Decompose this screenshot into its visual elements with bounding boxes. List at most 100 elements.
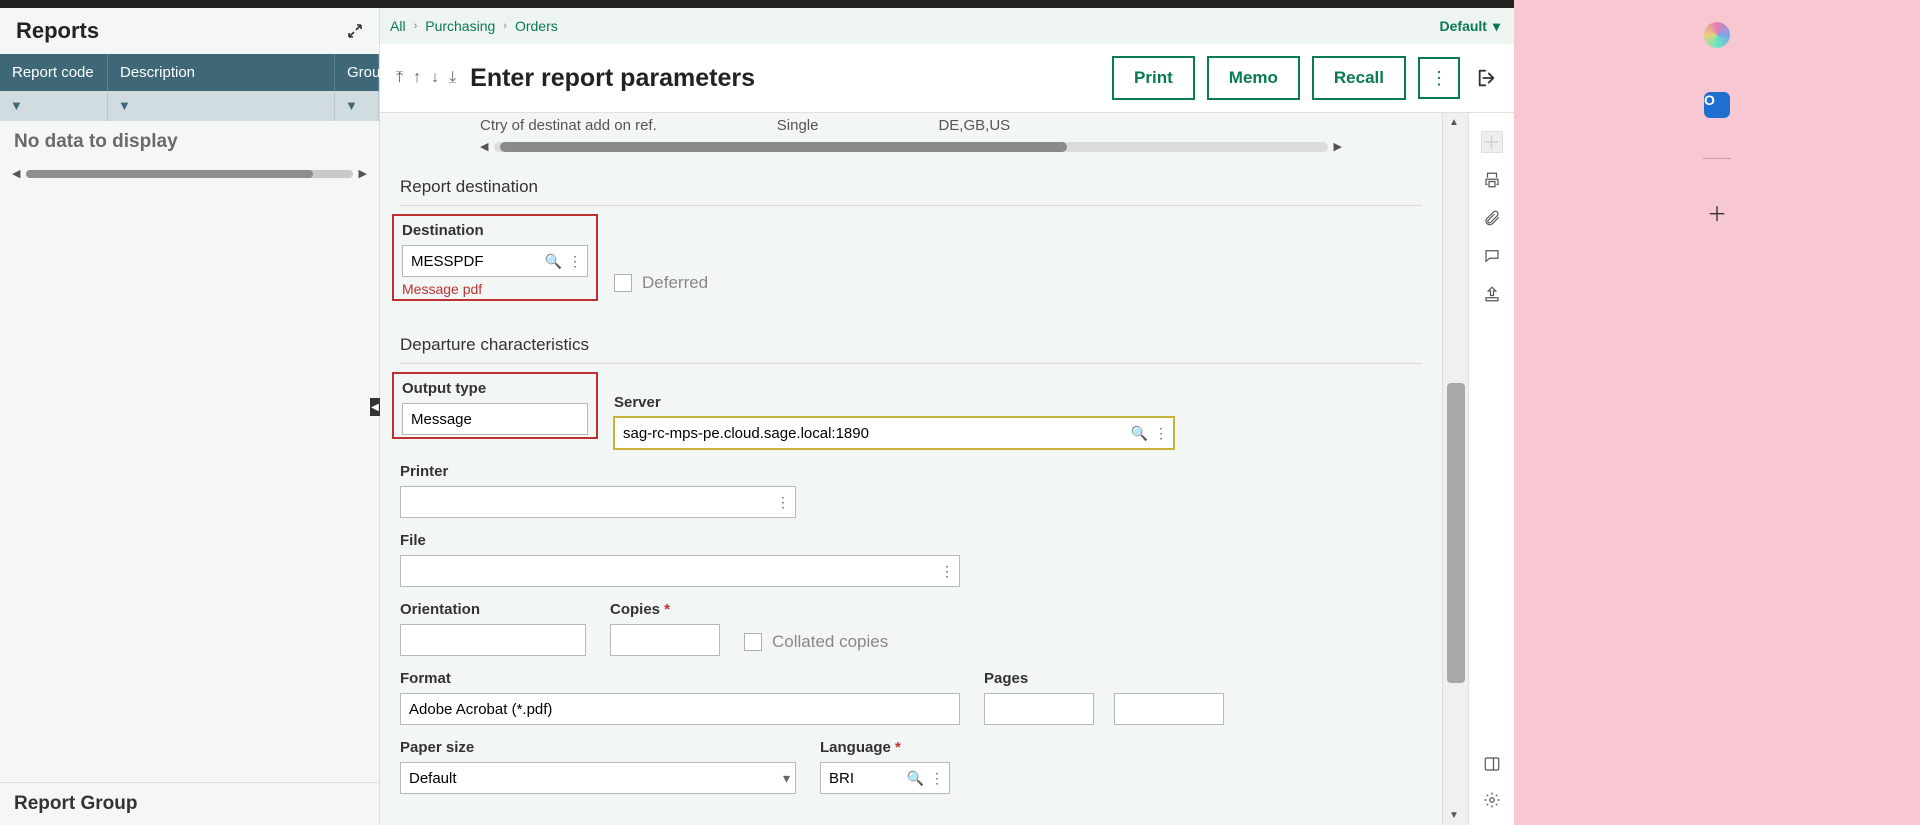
scroll-track[interactable] <box>494 142 1327 152</box>
section-departure-characteristics: Departure characteristics <box>400 325 1422 364</box>
search-icon[interactable]: 🔍 <box>1131 425 1148 442</box>
memo-button[interactable]: Memo <box>1207 56 1300 100</box>
copies-input[interactable] <box>610 624 720 656</box>
form-scroll: Ctry of destinat add on ref. Single DE,G… <box>380 113 1442 825</box>
section-report-destination: Report destination <box>400 167 1422 206</box>
add-app-icon[interactable]: ＋ <box>1700 195 1734 229</box>
attachment-icon[interactable] <box>1481 207 1503 229</box>
chevron-down-icon[interactable]: ▾ <box>783 770 790 787</box>
scroll-right-icon[interactable]: ▶ <box>1334 140 1342 153</box>
col-group[interactable]: Grou <box>335 54 379 91</box>
content-row: Reports Report code Description Grou ▼ ▼… <box>0 8 1514 825</box>
collated-checkbox[interactable] <box>744 633 762 651</box>
title-bar: ⤒ ↑ ↓ ⤓ Enter report parameters Print Me… <box>380 44 1514 113</box>
scroll-left-icon[interactable]: ◀ <box>12 167 20 180</box>
pages-to-input[interactable] <box>1114 693 1224 725</box>
panel-icon[interactable] <box>1481 753 1503 775</box>
exit-icon[interactable] <box>1476 67 1498 89</box>
scroll-thumb[interactable] <box>26 170 313 178</box>
language-label: Language <box>820 739 950 756</box>
pages-field: Pages <box>984 670 1224 725</box>
scroll-right-icon[interactable]: ▶ <box>359 167 367 180</box>
view-default-dropdown[interactable]: Default ▾ <box>1440 18 1500 35</box>
filter-description[interactable]: ▼ <box>108 91 335 121</box>
app-window: Reports Report code Description Grou ▼ ▼… <box>0 0 1514 825</box>
search-icon[interactable]: 🔍 <box>545 253 562 270</box>
settings-icon[interactable] <box>1481 789 1503 811</box>
orientation-field: Orientation <box>400 601 586 656</box>
scroll-track[interactable] <box>26 170 352 178</box>
comment-icon[interactable] <box>1481 245 1503 267</box>
scroll-down-icon[interactable]: ▼ <box>1449 810 1459 821</box>
kebab-icon: ⋮ <box>1430 68 1448 89</box>
action-buttons: Print Memo Recall ⋮ <box>1112 56 1498 100</box>
output-type-highlight-box: Output type <box>392 372 598 439</box>
kebab-icon[interactable]: ⋮ <box>1154 425 1168 442</box>
outlook-icon[interactable]: O <box>1700 88 1734 122</box>
destination-highlight-box: Destination 🔍 ⋮ Message pdf <box>392 214 598 301</box>
add-icon: ＋ <box>1481 131 1503 153</box>
chevron-right-icon: › <box>414 20 418 32</box>
prev-col-b: Single <box>777 117 819 134</box>
scroll-up-icon[interactable]: ▲ <box>1449 117 1459 128</box>
report-group-header[interactable]: Report Group <box>0 782 379 825</box>
kebab-icon[interactable]: ⋮ <box>940 563 954 580</box>
format-label: Format <box>400 670 960 687</box>
paper-size-field: Paper size ▾ <box>400 739 796 794</box>
output-type-input[interactable] <box>402 403 588 435</box>
grid-filter-row: ▼ ▼ ▼ <box>0 91 379 121</box>
col-report-code[interactable]: Report code <box>0 54 108 91</box>
scroll-thumb[interactable] <box>1447 383 1465 683</box>
divider <box>1703 158 1731 159</box>
prev-col-a: Ctry of destinat add on ref. <box>480 117 657 134</box>
crumb-orders[interactable]: Orders <box>515 18 558 34</box>
recall-button[interactable]: Recall <box>1312 56 1406 100</box>
crumb-purchasing[interactable]: Purchasing <box>425 18 495 34</box>
col-description[interactable]: Description <box>108 54 335 91</box>
format-input[interactable] <box>400 693 960 725</box>
filter-group[interactable]: ▼ <box>335 91 379 121</box>
right-toolbar: ＋ <box>1468 113 1514 825</box>
orientation-input[interactable] <box>400 624 586 656</box>
more-actions-button[interactable]: ⋮ <box>1418 57 1460 99</box>
collapse-left-panel[interactable]: ◀ <box>370 398 380 416</box>
filter-report-code[interactable]: ▼ <box>0 91 108 121</box>
inner-h-scrollbar[interactable]: ◀ ▶ <box>400 138 1422 167</box>
print-icon[interactable] <box>1481 169 1503 191</box>
prev-record-icon[interactable]: ↑ <box>413 69 421 87</box>
main-v-scrollbar[interactable]: ▲ ▼ <box>1442 113 1468 825</box>
breadcrumb-bar: All › Purchasing › Orders Default ▾ <box>380 8 1514 44</box>
file-field: File ⋮ <box>400 532 960 587</box>
share-icon[interactable] <box>1481 283 1503 305</box>
paper-size-select[interactable] <box>400 762 796 794</box>
printer-input[interactable] <box>400 486 796 518</box>
deferred-label: Deferred <box>642 273 708 293</box>
search-icon[interactable]: 🔍 <box>907 770 924 787</box>
scroll-thumb[interactable] <box>500 142 1066 152</box>
kebab-icon[interactable]: ⋮ <box>930 770 944 787</box>
os-sidebar: O ＋ <box>1514 0 1920 825</box>
expand-icon[interactable] <box>347 23 363 39</box>
pages-from-input[interactable] <box>984 693 1094 725</box>
deferred-checkbox[interactable] <box>614 274 632 292</box>
destination-hint: Message pdf <box>402 281 588 297</box>
crumb-all[interactable]: All <box>390 18 406 34</box>
left-h-scrollbar[interactable]: ◀ ▶ <box>0 163 379 184</box>
kebab-icon[interactable]: ⋮ <box>568 253 582 270</box>
main-area: All › Purchasing › Orders Default ▾ ⤒ ↑ … <box>380 8 1514 825</box>
server-input[interactable] <box>614 417 1174 449</box>
file-input[interactable] <box>400 555 960 587</box>
first-record-icon[interactable]: ⤒ <box>396 69 403 87</box>
copilot-icon[interactable] <box>1700 18 1734 52</box>
prev-col-c: DE,GB,US <box>938 117 1010 134</box>
output-type-label: Output type <box>402 380 588 397</box>
format-field: Format <box>400 670 960 725</box>
last-record-icon[interactable]: ⤓ <box>449 69 456 87</box>
next-record-icon[interactable]: ↓ <box>431 69 439 87</box>
kebab-icon[interactable]: ⋮ <box>776 494 790 511</box>
print-button[interactable]: Print <box>1112 56 1195 100</box>
scroll-left-icon[interactable]: ◀ <box>480 140 488 153</box>
printer-field: Printer ⋮ <box>400 463 796 518</box>
orientation-label: Orientation <box>400 601 586 618</box>
server-label: Server <box>614 394 1174 411</box>
